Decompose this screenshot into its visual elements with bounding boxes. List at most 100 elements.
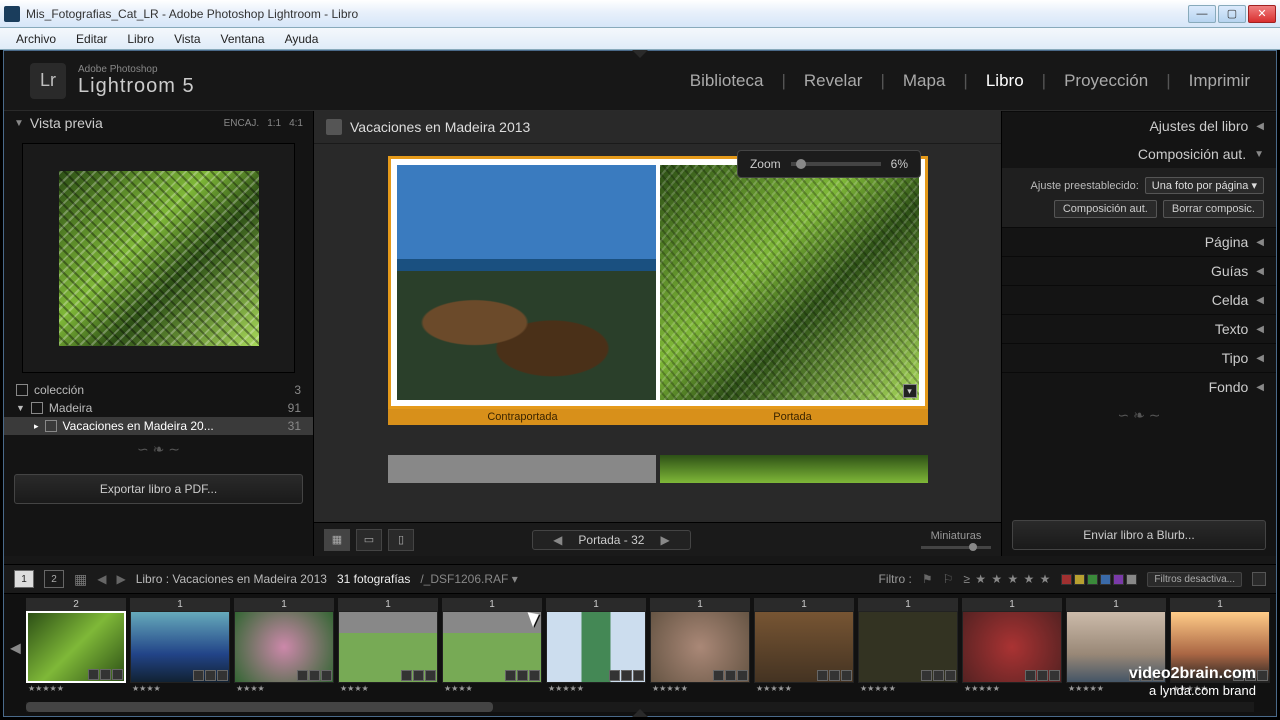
module-mapa[interactable]: Mapa — [903, 71, 946, 91]
filter-preset-select[interactable]: Filtros desactiva... — [1147, 572, 1242, 587]
collapse-icon: ▼ — [14, 118, 24, 129]
window-maximize-button[interactable]: ▢ — [1218, 5, 1246, 23]
book-title-bar: Vacaciones en Madeira 2013 — [314, 111, 1001, 144]
filmstrip: ◀ ▶ 2★★★★★1★★★★1★★★★1★★★★1★★★★1★★★★★1★★★… — [4, 594, 1276, 716]
filmstrip-thumbnail[interactable]: 1★★★★★ — [1170, 598, 1270, 702]
ratio-1-1[interactable]: 1:1 — [267, 118, 281, 129]
nav-back-icon[interactable]: ◀ — [97, 572, 106, 586]
flag-rejected-icon[interactable]: ⚐ — [943, 572, 954, 586]
page-options-button[interactable]: ▾ — [903, 384, 917, 398]
panel-auto-layout-body: Ajuste preestablecido: Una foto por pági… — [1002, 168, 1276, 227]
menu-libro[interactable]: Libro — [117, 32, 164, 46]
filmstrip-thumbnail[interactable]: 1★★★★★ — [962, 598, 1062, 702]
color-swatch[interactable] — [1087, 574, 1098, 585]
fit-label[interactable]: ENCAJ. — [224, 118, 260, 129]
cover-spread[interactable]: ▾ — [388, 156, 928, 409]
window-minimize-button[interactable]: — — [1188, 5, 1216, 23]
panel-ornament: ∽ ❧ ∼ — [4, 435, 313, 468]
view-single-button[interactable]: ▯ — [388, 529, 414, 551]
view-multipage-button[interactable]: ▦ — [324, 529, 350, 551]
menu-vista[interactable]: Vista — [164, 32, 210, 46]
panel-page[interactable]: Página◀ — [1002, 227, 1276, 256]
monitor-2-tab[interactable]: 2 — [44, 570, 64, 588]
collection-item[interactable]: ▼ Madeira91 — [4, 399, 313, 417]
color-swatch[interactable] — [1126, 574, 1137, 585]
send-to-blurb-button[interactable]: Enviar libro a Blurb... — [1012, 520, 1266, 550]
nav-forward-icon[interactable]: ▶ — [116, 572, 125, 586]
zoom-slider[interactable] — [791, 162, 881, 166]
color-label-filter[interactable] — [1061, 574, 1137, 585]
clear-layout-button[interactable]: Borrar composic. — [1163, 200, 1264, 218]
filmstrip-thumbnail[interactable]: 1★★★★★ — [1066, 598, 1166, 702]
thumbnails-label: Miniaturas — [921, 530, 991, 542]
filmstrip-thumbnail[interactable]: 1★★★★ — [234, 598, 334, 702]
brand-title: Lightroom 5 — [78, 75, 195, 98]
filter-lock-button[interactable] — [1252, 572, 1266, 586]
brand-subtitle: Adobe Photoshop — [78, 64, 195, 75]
left-panel: ▼ Vista previa ENCAJ. 1:1 4:1 colección3… — [4, 111, 314, 556]
auto-layout-button[interactable]: Composición aut. — [1054, 200, 1157, 218]
pager-next-button[interactable]: ▶ — [654, 533, 675, 547]
preview-panel-header[interactable]: ▼ Vista previa ENCAJ. 1:1 4:1 — [4, 111, 313, 135]
photo-count: 31 fotografías — [337, 572, 410, 586]
filmstrip-thumbnail[interactable]: 1★★★★ — [442, 598, 542, 702]
filmstrip-thumbnail[interactable]: 1★★★★★ — [650, 598, 750, 702]
panel-cell[interactable]: Celda◀ — [1002, 285, 1276, 314]
color-swatch[interactable] — [1061, 574, 1072, 585]
window-close-button[interactable]: ✕ — [1248, 5, 1276, 23]
ratio-4-1[interactable]: 4:1 — [289, 118, 303, 129]
filmstrip-thumbnail[interactable]: 2★★★★★ — [26, 598, 126, 702]
filmstrip-scroll-left[interactable]: ◀ — [10, 640, 21, 657]
panel-type[interactable]: Tipo◀ — [1002, 343, 1276, 372]
current-filename[interactable]: /_DSF1206.RAF ▾ — [420, 572, 517, 586]
preview-navigator[interactable] — [22, 143, 295, 373]
filmstrip-thumbnail[interactable]: 1★★★★ — [338, 598, 438, 702]
filmstrip-thumbnail[interactable]: 1★★★★ — [130, 598, 230, 702]
source-path[interactable]: Libro : Vacaciones en Madeira 2013 — [136, 572, 327, 586]
thumbnails-slider[interactable] — [921, 546, 991, 549]
flag-picked-icon[interactable]: ⚑ — [922, 572, 933, 586]
panel-text[interactable]: Texto◀ — [1002, 314, 1276, 343]
module-libro[interactable]: Libro — [986, 71, 1024, 91]
pager-prev-button[interactable]: ◀ — [547, 533, 568, 547]
panel-background[interactable]: Fondo◀ — [1002, 372, 1276, 401]
menu-ayuda[interactable]: Ayuda — [275, 32, 329, 46]
front-cover-label: Portada — [658, 409, 928, 425]
book-canvas[interactable]: Zoom 6% ▾ Contraportada Portada — [314, 144, 1001, 522]
preset-select[interactable]: Una foto por página ▾ — [1145, 177, 1264, 194]
color-swatch[interactable] — [1113, 574, 1124, 585]
view-spread-button[interactable]: ▭ — [356, 529, 382, 551]
color-swatch[interactable] — [1074, 574, 1085, 585]
menu-archivo[interactable]: Archivo — [6, 32, 66, 46]
color-swatch[interactable] — [1100, 574, 1111, 585]
filmstrip-thumbnail[interactable]: 1★★★★★ — [858, 598, 958, 702]
grid-view-icon[interactable]: ▦ — [74, 571, 87, 588]
module-proyección[interactable]: Proyección — [1064, 71, 1148, 91]
collection-item[interactable]: ▸ Vacaciones en Madeira 20...31 — [4, 417, 313, 435]
next-spread-peek[interactable] — [388, 455, 928, 483]
export-pdf-button[interactable]: Exportar libro a PDF... — [14, 474, 303, 504]
panel-guides[interactable]: Guías◀ — [1002, 256, 1276, 285]
center-workspace: Vacaciones en Madeira 2013 Zoom 6% ▾ Con… — [314, 111, 1001, 556]
menu-editar[interactable]: Editar — [66, 32, 117, 46]
module-biblioteca[interactable]: Biblioteca — [690, 71, 764, 91]
module-revelar[interactable]: Revelar — [804, 71, 863, 91]
filmstrip-thumbnail[interactable]: 1★★★★★ — [754, 598, 854, 702]
module-picker-row: Lr Adobe Photoshop Lightroom 5 Bibliotec… — [4, 51, 1276, 111]
panel-book-settings[interactable]: Ajustes del libro◀ — [1002, 111, 1276, 140]
module-imprimir[interactable]: Imprimir — [1189, 71, 1250, 91]
monitor-1-tab[interactable]: 1 — [14, 570, 34, 588]
filmstrip-thumbnail[interactable]: 1★★★★★ — [546, 598, 646, 702]
front-cover-page[interactable]: ▾ — [660, 165, 919, 400]
filmstrip-thumbnails[interactable]: ◀ ▶ 2★★★★★1★★★★1★★★★1★★★★1★★★★1★★★★★1★★★… — [4, 594, 1276, 702]
collection-item[interactable]: colección3 — [4, 381, 313, 399]
rating-filter[interactable]: ≥ ★ ★ ★ ★ ★ — [963, 572, 1051, 586]
window-title: Mis_Fotografias_Cat_LR - Adobe Photoshop… — [26, 7, 1188, 21]
app-icon — [4, 6, 20, 22]
top-panel-toggle-icon[interactable] — [632, 50, 648, 58]
panel-auto-layout-header[interactable]: Composición aut.▼ — [1002, 140, 1276, 168]
menu-ventana[interactable]: Ventana — [211, 32, 275, 46]
bottom-panel-toggle-icon[interactable] — [632, 709, 648, 717]
back-cover-page[interactable] — [397, 165, 656, 400]
page-navigator: ◀ Portada - 32 ▶ — [532, 530, 691, 550]
